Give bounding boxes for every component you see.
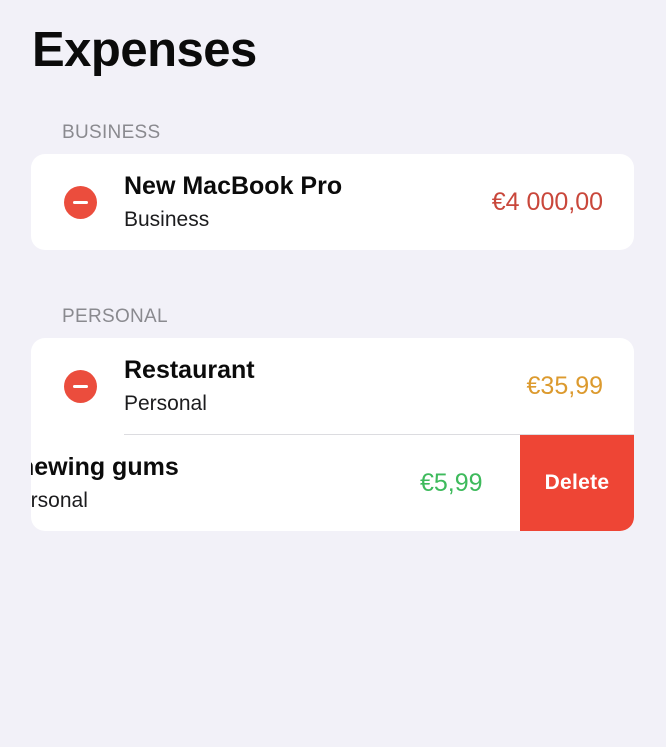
expense-amount: €35,99 [526,372,603,400]
section-header-business: BUSINESS [62,122,161,143]
section-header-personal: PERSONAL [62,306,168,327]
swiped-row-content[interactable]: hewing gums ersonal €5,99 [31,435,539,531]
expense-type: ersonal [31,489,88,512]
expense-amount: €5,99 [420,469,483,497]
delete-button[interactable]: Delete [520,435,634,531]
expense-name: New MacBook Pro [124,172,343,200]
list-item[interactable]: New MacBook Pro Business €4 000,00 [31,154,634,250]
personal-list: Restaurant Personal €35,99 hewing gums e… [31,338,634,531]
expense-type: Personal [124,392,207,415]
list-item[interactable]: Restaurant Personal €35,99 [31,338,634,434]
expense-name: Restaurant [124,356,255,384]
expense-amount: €4 000,00 [491,188,603,216]
business-list: New MacBook Pro Business €4 000,00 [31,154,634,250]
expenses-screen: Expenses BUSINESS New MacBook Pro Busine… [0,0,666,747]
page-title: Expenses [32,23,257,77]
minus-circle-icon[interactable] [64,186,97,219]
minus-circle-icon[interactable] [64,370,97,403]
expense-name: hewing gums [31,453,179,481]
expense-type: Business [124,208,210,231]
